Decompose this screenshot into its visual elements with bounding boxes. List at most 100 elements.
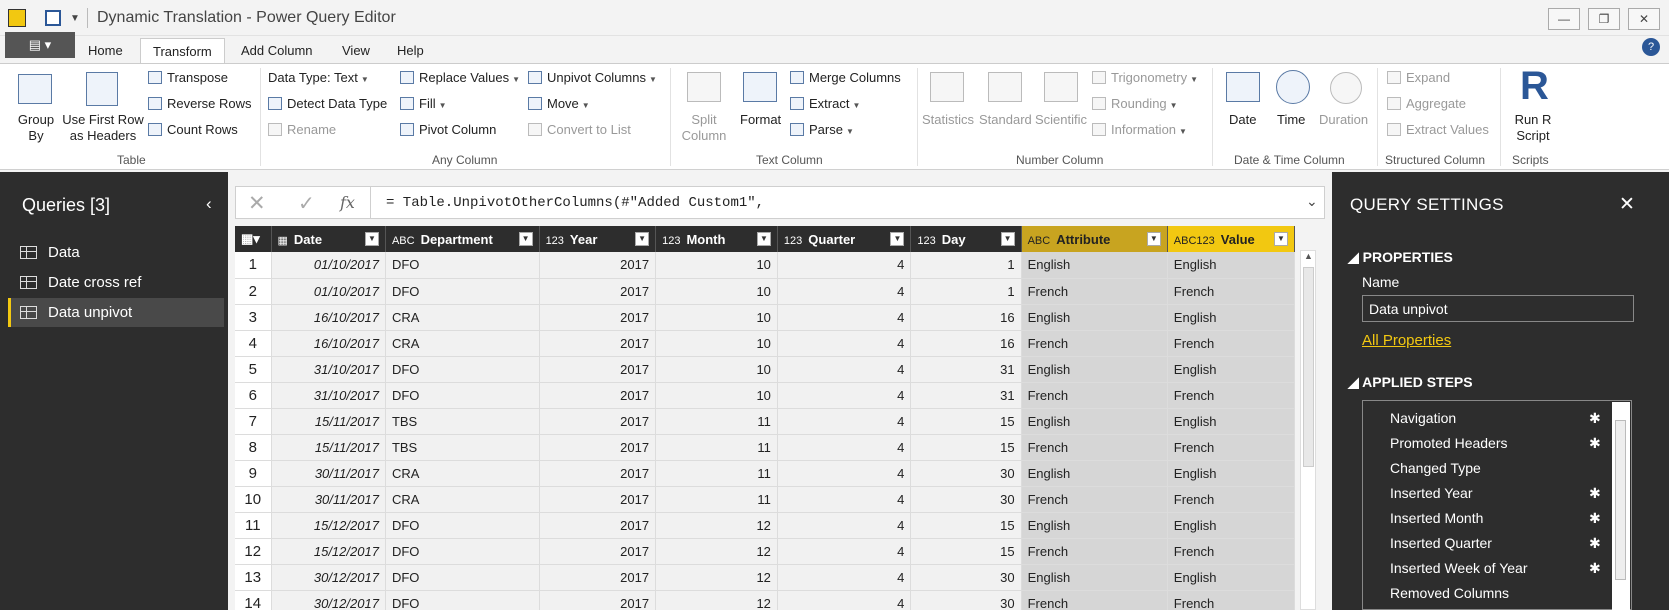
table-row[interactable]: 2 01/10/2017 DFO 2017 10 4 1 French French (235, 278, 1295, 305)
table-cell[interactable]: French (1021, 382, 1168, 409)
table-cell[interactable]: English (1021, 304, 1168, 331)
step-inserted-quarter[interactable]: Inserted Quarter (1390, 535, 1492, 551)
scroll-thumb[interactable] (1303, 267, 1314, 467)
table-cell[interactable]: 11 (655, 460, 778, 487)
table-cell[interactable]: 2017 (539, 564, 657, 591)
table-cell[interactable]: 15/12/2017 (271, 538, 386, 565)
query-name-input[interactable] (1362, 295, 1634, 322)
table-row[interactable]: 3 16/10/2017 CRA 2017 10 4 16 English English (235, 304, 1295, 331)
chevron-down-icon[interactable]: ⌄ (1306, 193, 1318, 210)
table-cell[interactable]: 4 (777, 512, 912, 539)
column-header-month[interactable]: 123 Month ▼ (655, 226, 778, 252)
split-column-button[interactable]: Split Column (674, 112, 734, 144)
table-cell[interactable]: 16 (910, 330, 1022, 357)
applied-steps-header[interactable]: ◢ APPLIED STEPS (1348, 374, 1473, 391)
expand-button[interactable]: Expand (1387, 70, 1450, 85)
row-number[interactable]: 7 (235, 408, 272, 435)
table-cell[interactable]: 4 (777, 330, 912, 357)
table-cell[interactable]: 31 (910, 382, 1022, 409)
close-window-button[interactable]: ✕ (1628, 8, 1660, 30)
row-number[interactable]: 5 (235, 356, 272, 383)
table-cell[interactable]: 15 (910, 408, 1022, 435)
table-cell[interactable]: English (1021, 356, 1168, 383)
table-cell[interactable]: DFO (385, 590, 540, 610)
any-type-icon[interactable]: ABC123 (1174, 235, 1215, 247)
table-row[interactable]: 5 31/10/2017 DFO 2017 10 4 31 English English (235, 356, 1295, 383)
grid-scrollbar[interactable]: ▲ (1300, 250, 1316, 610)
table-cell[interactable]: French (1021, 278, 1168, 305)
table-cell[interactable]: 10 (655, 304, 778, 331)
reverse-rows-button[interactable]: Reverse Rows (148, 96, 252, 111)
table-cell[interactable]: French (1167, 278, 1295, 305)
table-cell[interactable]: TBS (385, 434, 540, 461)
tab-help[interactable]: Help (385, 38, 436, 64)
table-menu-button[interactable]: ▦▾ (235, 226, 272, 252)
gear-icon[interactable]: ✱ (1589, 435, 1601, 452)
table-cell[interactable]: 15 (910, 434, 1022, 461)
text-type-icon[interactable]: ABC (392, 235, 415, 247)
query-item-data-unpivot[interactable]: Data unpivot (8, 298, 224, 327)
information-button[interactable]: Information ▼ (1092, 122, 1187, 137)
table-cell[interactable]: 30 (910, 460, 1022, 487)
run-r-script-button[interactable]: Run R Script (1508, 112, 1558, 144)
row-number[interactable]: 8 (235, 434, 272, 461)
table-cell[interactable]: French (1167, 590, 1295, 610)
table-cell[interactable]: English (1021, 460, 1168, 487)
file-menu-button[interactable]: ▤ ▾ (5, 32, 75, 58)
table-cell[interactable]: 4 (777, 486, 912, 513)
column-header-day[interactable]: 123 Day ▼ (910, 226, 1022, 252)
properties-header[interactable]: ◢ PROPERTIES (1348, 249, 1453, 266)
row-number[interactable]: 6 (235, 382, 272, 409)
table-cell[interactable]: 4 (777, 460, 912, 487)
save-icon[interactable] (45, 10, 61, 26)
commit-formula-icon[interactable]: ✓ (298, 191, 315, 216)
detect-data-type-button[interactable]: Detect Data Type (268, 96, 387, 111)
table-cell[interactable]: 30/12/2017 (271, 590, 386, 610)
table-cell[interactable]: French (1167, 486, 1295, 513)
table-cell[interactable]: 11 (655, 408, 778, 435)
table-cell[interactable]: English (1167, 460, 1295, 487)
data-type-dropdown[interactable]: Data Type: Text ▼ (268, 70, 369, 85)
table-cell[interactable]: 10 (655, 252, 778, 279)
filter-dropdown-icon[interactable]: ▼ (518, 232, 533, 246)
table-cell[interactable]: 16/10/2017 (271, 304, 386, 331)
table-cell[interactable]: DFO (385, 564, 540, 591)
table-cell[interactable]: 4 (777, 252, 912, 279)
table-cell[interactable]: English (1167, 304, 1295, 331)
table-cell[interactable]: 30/11/2017 (271, 486, 386, 513)
table-cell[interactable]: 10 (655, 330, 778, 357)
move-button[interactable]: Move ▼ (528, 96, 590, 111)
table-cell[interactable]: 31/10/2017 (271, 356, 386, 383)
filter-dropdown-icon[interactable]: ▼ (1274, 232, 1288, 246)
quick-access-dropdown-icon[interactable]: ▼ (70, 13, 80, 24)
table-cell[interactable]: DFO (385, 278, 540, 305)
table-cell[interactable]: 2017 (539, 356, 657, 383)
tab-add-column[interactable]: Add Column (229, 38, 325, 64)
step-changed-type[interactable]: Changed Type (1390, 460, 1481, 476)
row-number[interactable]: 13 (235, 564, 272, 591)
table-cell[interactable]: 15/11/2017 (271, 408, 386, 435)
time-button[interactable]: Time (1277, 112, 1305, 127)
rounding-button[interactable]: Rounding ▼ (1092, 96, 1178, 111)
row-number[interactable]: 9 (235, 460, 272, 487)
row-number[interactable]: 10 (235, 486, 272, 513)
filter-dropdown-icon[interactable]: ▼ (756, 232, 771, 246)
table-cell[interactable]: 2017 (539, 382, 657, 409)
table-cell[interactable]: French (1167, 538, 1295, 565)
number-type-icon[interactable]: 123 (917, 235, 935, 247)
fx-icon[interactable]: fx (340, 193, 355, 212)
table-cell[interactable]: 30/12/2017 (271, 564, 386, 591)
table-cell[interactable]: 16 (910, 304, 1022, 331)
table-cell[interactable]: CRA (385, 486, 540, 513)
close-icon[interactable]: ✕ (1619, 193, 1635, 216)
query-item-date-cross-ref[interactable]: Date cross ref (8, 268, 224, 297)
table-cell[interactable]: French (1167, 434, 1295, 461)
table-cell[interactable]: 15/11/2017 (271, 434, 386, 461)
query-item-data[interactable]: Data (8, 238, 224, 267)
row-number[interactable]: 4 (235, 330, 272, 357)
cancel-formula-icon[interactable]: ✕ (248, 191, 266, 216)
step-inserted-year[interactable]: Inserted Year (1390, 485, 1473, 501)
tab-home[interactable]: Home (76, 38, 135, 64)
table-cell[interactable]: 2017 (539, 304, 657, 331)
table-cell[interactable]: 11 (655, 434, 778, 461)
